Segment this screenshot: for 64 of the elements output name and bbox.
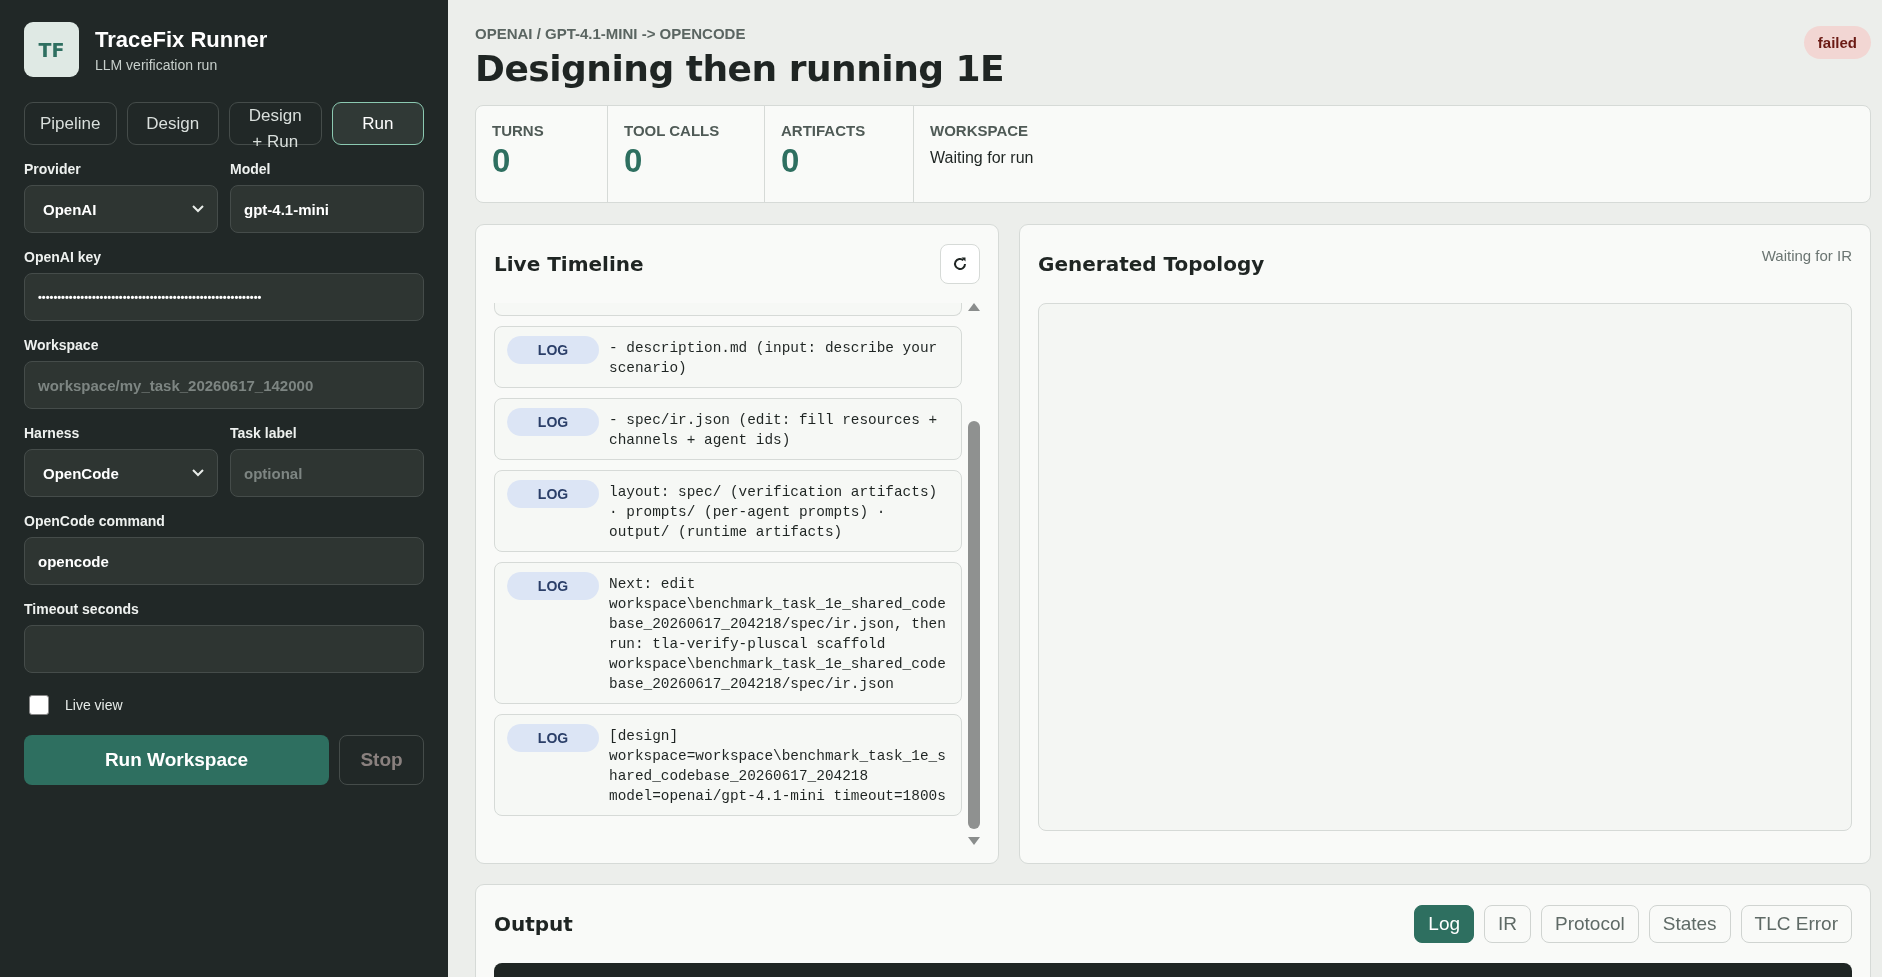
log-text: - description.md (input: describe your scenario) [609, 339, 939, 378]
topology-status: Waiting for IR [1761, 247, 1852, 264]
panel-title: Generated Topology [1038, 252, 1265, 276]
mode-tab[interactable]: Design + Run [229, 102, 322, 145]
chevron-down-icon [192, 469, 204, 477]
stat-label: TURNS [492, 122, 545, 139]
live-view-checkbox[interactable] [29, 695, 49, 715]
task-label-field[interactable]: optional [230, 449, 424, 497]
status-badge: failed [1803, 26, 1871, 59]
refresh-icon [952, 256, 968, 272]
log-tag: LOG [507, 408, 599, 436]
scroll-down-icon[interactable] [968, 837, 980, 845]
field-label: OpenAI key [24, 249, 103, 265]
log-text: [design] workspace=workspace\benchmark_task_1e_shared_codebase_20260617_204218 model=openai/gpt-4.1-mini timeout=1800s [609, 727, 947, 806]
mode-tab[interactable]: Design [126, 102, 219, 145]
field-label: Model [230, 161, 272, 177]
breadcrumb: OPENAI / GPT-4.1-MINI -> OPENCODE [475, 25, 747, 42]
stat-value: 0 [781, 142, 801, 180]
field-label: Timeout seconds [24, 601, 140, 617]
stop-button[interactable]: Stop [339, 735, 424, 785]
mode-tab[interactable]: Run [331, 102, 424, 145]
workspace-field[interactable]: workspace/my_task_20260617_142000 [24, 361, 424, 409]
api-key-field[interactable]: •••••••••••••••••••••••••••••••••••••••••••••••••••••••••• [24, 273, 424, 321]
stat-value: Waiting for run [930, 149, 1035, 167]
stat-label: TOOL CALLS [624, 122, 721, 139]
harness-select[interactable]: OpenCode [24, 449, 218, 497]
run-workspace-button[interactable]: Run Workspace [24, 735, 329, 785]
log-tag: LOG [507, 724, 599, 752]
field-label: Task label [230, 425, 298, 441]
log-tag: LOG [507, 336, 599, 364]
provider-select[interactable]: OpenAI [24, 185, 218, 233]
app-title: TraceFix Runner [95, 26, 268, 53]
field-label: Workspace [24, 337, 100, 353]
command-field[interactable]: opencode [24, 537, 424, 585]
checkbox-label: Live view [65, 697, 123, 713]
app-subtitle: LLM verification run [95, 56, 219, 73]
output-tab[interactable]: IR [1484, 905, 1531, 943]
mode-tab[interactable]: Pipeline [24, 102, 117, 145]
log-text: - spec/ir.json (edit: fill resources + channels + agent ids) [609, 411, 939, 450]
app-logo: TF [24, 22, 79, 77]
chevron-down-icon [192, 205, 204, 213]
model-field[interactable]: gpt-4.1-mini [230, 185, 424, 233]
refresh-button[interactable] [940, 244, 980, 284]
scroll-up-icon[interactable] [968, 303, 980, 311]
output-tab[interactable]: States [1648, 905, 1731, 943]
panel-title: Output [494, 912, 573, 936]
scrollbar[interactable] [968, 303, 980, 845]
log-tag: LOG [507, 480, 599, 508]
stat-value: 0 [492, 142, 512, 180]
log-tag: LOG [507, 572, 599, 600]
stat-value: 0 [624, 142, 644, 180]
log-text: Next: edit workspace\benchmark_task_1e_shared_codebase_20260617_204218/spec/ir.json, then run: tla-verify-pluscal scaffold workspace\benchmark_task_1e_shared_codebase_20260617_204218/spec/ir.json [609, 575, 947, 694]
stat-label: ARTIFACTS [781, 122, 867, 139]
log-text: layout: spec/ (verification artifacts) · prompts/ (per-agent prompts) · output/ (runtime artifacts) [609, 483, 939, 542]
panel-title: Live Timeline [494, 252, 644, 276]
output-tab[interactable]: Log [1414, 905, 1474, 943]
output-tab[interactable]: TLC Error [1740, 905, 1852, 943]
field-label: Provider [24, 161, 82, 177]
output-tab[interactable]: Protocol [1541, 905, 1639, 943]
stat-label: WORKSPACE [930, 122, 1030, 139]
timeout-field[interactable] [24, 625, 424, 673]
field-label: OpenCode command [24, 513, 166, 529]
field-label: Harness [24, 425, 81, 441]
page-title: Designing then running 1E [475, 48, 1005, 89]
